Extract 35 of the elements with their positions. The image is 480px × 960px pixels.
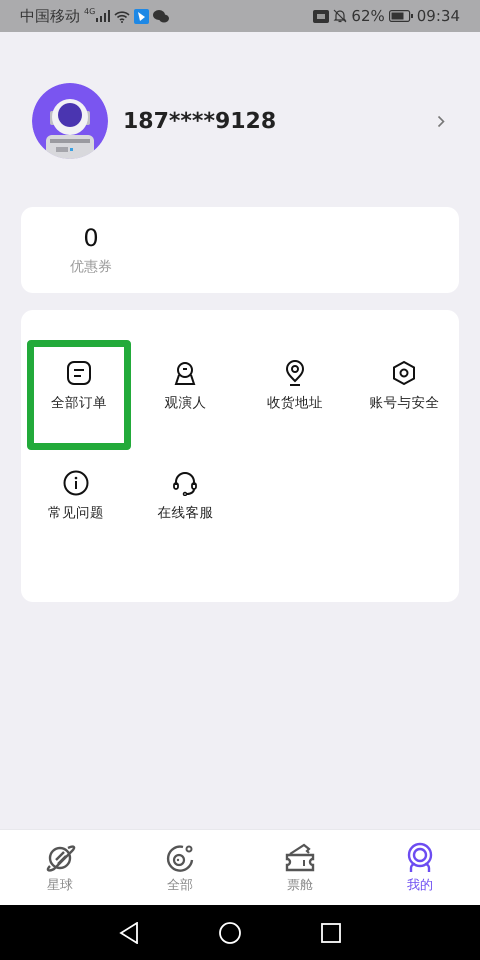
headset-icon: [172, 470, 198, 496]
app-icon: [134, 8, 150, 24]
hd-icon: [313, 10, 330, 22]
person-icon: [172, 360, 198, 386]
ticket-icon: [284, 842, 316, 874]
chat-icon: [153, 10, 170, 22]
tab-item[interactable]: 星球: [0, 830, 120, 905]
phone-number: 187****9128: [123, 108, 278, 134]
network-type: 4G: [84, 7, 96, 16]
battery-percent: 62%: [351, 7, 385, 25]
tab-item[interactable]: 票舱: [240, 830, 360, 905]
tab-item[interactable]: 全部: [120, 830, 240, 905]
service-item[interactable]: 常见问题: [23, 450, 128, 560]
battery-icon: [388, 10, 413, 22]
service-item[interactable]: 账号与安全: [352, 340, 457, 450]
back-icon[interactable]: [119, 922, 139, 944]
home-icon[interactable]: [219, 922, 241, 944]
service-item[interactable]: 在线客服: [132, 450, 238, 560]
coupon-count[interactable]: 0: [53, 224, 129, 252]
wifi-icon: [114, 10, 130, 22]
chevron-right-icon[interactable]: [437, 114, 445, 128]
carrier-name: 中国移动: [20, 6, 80, 26]
recents-icon[interactable]: [321, 922, 341, 942]
coupon-label: 优惠券: [69, 258, 113, 276]
info-icon: [62, 470, 89, 496]
mute-bell-icon: [333, 9, 348, 23]
signal-icon: [96, 10, 110, 22]
astronaut-avatar-icon[interactable]: [32, 83, 108, 159]
tab-item[interactable]: 我的: [360, 830, 480, 905]
document-icon: [66, 360, 92, 386]
service-item[interactable]: 观演人: [132, 340, 238, 450]
clock-time: 09:34: [416, 7, 460, 25]
hexagon-nut-icon: [391, 360, 418, 386]
service-item[interactable]: 收货地址: [242, 340, 348, 450]
service-item[interactable]: 全部订单: [27, 340, 130, 450]
